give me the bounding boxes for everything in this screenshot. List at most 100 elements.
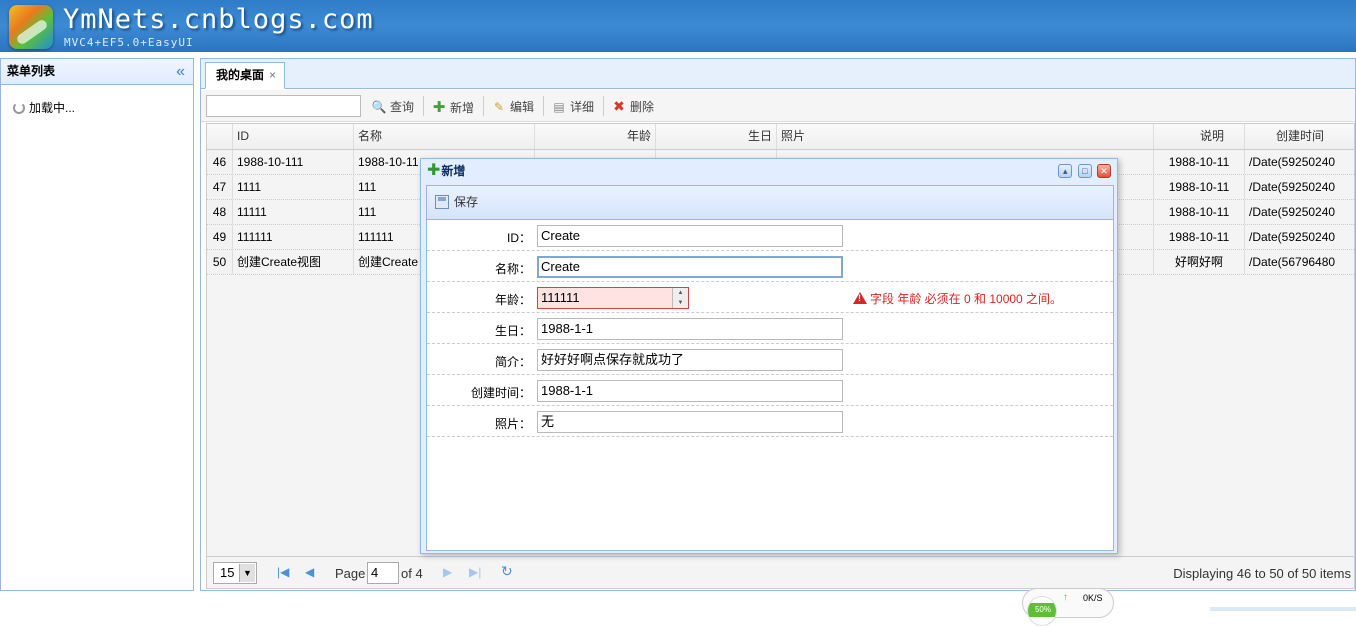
loading-text: 加载中... — [29, 101, 76, 115]
column-header-birthday[interactable]: 生日 — [656, 124, 777, 149]
column-header-created[interactable]: 创建时间 — [1245, 124, 1354, 149]
taskbar-edge — [1210, 607, 1356, 611]
page-size-select[interactable]: 15 ▼ — [213, 562, 257, 584]
grid-toolbar: 🔍 查询 ✚ 新增 ✎ 编辑 ▤ 详细 ✖ 删除 — [201, 90, 1355, 122]
cell-id: 1111 — [233, 175, 354, 199]
cell-created: /Date(59250240 — [1245, 150, 1354, 174]
edit-label: 编辑 — [510, 100, 535, 114]
age-field-value: 111111 — [541, 290, 580, 305]
cell-id: 111111 — [233, 225, 354, 249]
form-row-created: 创建时间： 1988-1-1 — [427, 375, 1113, 406]
add-label: 新增 — [450, 101, 475, 115]
save-button[interactable]: 保存 — [435, 195, 478, 209]
site-title: YmNets.cnblogs.com — [63, 4, 374, 35]
cell-id: 创建Create视图 — [233, 250, 354, 274]
form-row-age: 年龄： 111111 ▲▼ 字段 年龄 必须在 0 和 10000 之间。 — [427, 282, 1113, 313]
tab-close-icon[interactable]: × — [269, 68, 276, 82]
pencil-icon: ✎ — [493, 100, 505, 114]
spin-up-icon[interactable]: ▲ — [673, 288, 688, 298]
field-label-intro: 简介： — [494, 355, 531, 369]
birthday-field[interactable]: 1988-1-1 — [537, 318, 843, 340]
column-header-rownum — [207, 124, 233, 149]
plus-icon: ✚ — [432, 99, 446, 116]
column-header-name[interactable]: 名称 — [354, 124, 535, 149]
first-page-icon[interactable]: |◀ — [277, 565, 289, 579]
pagination-bar: 15 ▼ |◀ ◀ Page 4 of 4 ▶ ▶| ↻ Displaying 4… — [206, 557, 1355, 589]
validation-error: 字段 年龄 必须在 0 和 10000 之间。 — [853, 290, 1062, 307]
column-header-description[interactable]: 说明 — [1154, 124, 1245, 149]
spinner-buttons[interactable]: ▲ ▼ — [672, 288, 688, 308]
row-number: 47 — [207, 175, 233, 199]
search-label: 查询 — [390, 100, 415, 114]
toolbar-divider — [603, 96, 604, 116]
delete-button[interactable]: ✖ 删除 — [611, 98, 654, 115]
cell-created: /Date(59250240 — [1245, 175, 1354, 199]
name-field[interactable]: Create — [537, 256, 843, 278]
cell-description: 1988-10-11 — [1154, 225, 1245, 249]
tab-desktop[interactable]: 我的桌面 × — [205, 62, 286, 89]
delete-label: 删除 — [630, 100, 655, 114]
add-button[interactable]: ✚ 新增 — [431, 98, 474, 116]
form-row-photo: 照片： 无 — [427, 406, 1113, 437]
app-header: YmNets.cnblogs.com MVC4+EF5.0+EasyUI — [0, 0, 1356, 52]
network-speed: 0K/S — [1083, 593, 1103, 603]
collapse-left-icon[interactable]: « — [176, 59, 185, 84]
maximize-icon[interactable]: □ — [1077, 164, 1092, 178]
menu-panel-header: 菜单列表 « — [1, 59, 193, 85]
form-row-id: ID： Create — [427, 220, 1113, 251]
warning-icon — [853, 292, 867, 304]
cell-description: 1988-10-11 — [1154, 175, 1245, 199]
field-label-created: 创建时间： — [470, 386, 531, 400]
toolbar-divider — [543, 96, 544, 116]
refresh-icon[interactable]: ↻ — [501, 563, 513, 580]
page-number-input[interactable]: 4 — [367, 562, 399, 584]
field-label-name: 名称： — [494, 262, 531, 276]
add-dialog: ✚新增 ▴ □ ✕ 保存 ID： Create 名称： Create 年龄： 1… — [420, 158, 1118, 554]
row-number: 48 — [207, 200, 233, 224]
save-icon — [435, 195, 449, 209]
edit-button[interactable]: ✎ 编辑 — [491, 98, 534, 115]
toolbar-divider — [423, 96, 424, 116]
cell-description: 1988-10-11 — [1154, 200, 1245, 224]
intro-field[interactable]: 好好好啊点保存就成功了 — [537, 349, 843, 371]
column-header-photo[interactable]: 照片 — [777, 124, 1154, 149]
cell-id: 1988-10-111 — [233, 150, 354, 174]
spin-down-icon[interactable]: ▼ — [673, 298, 688, 308]
search-button[interactable]: 🔍 查询 — [371, 98, 415, 115]
column-header-age[interactable]: 年龄 — [535, 124, 656, 149]
plus-icon: ✚ — [427, 162, 441, 179]
cell-description: 好啊好啊 — [1154, 250, 1245, 274]
site-subtitle: MVC4+EF5.0+EasyUI — [64, 36, 194, 49]
page-count-label: of 4 — [401, 566, 423, 581]
cell-id: 11111 — [233, 200, 354, 224]
cell-description: 1988-10-11 — [1154, 150, 1245, 174]
dialog-body: 保存 ID： Create 名称： Create 年龄： 111111 ▲▼ 字… — [426, 185, 1114, 551]
memory-percent: 50% — [1028, 603, 1056, 617]
upload-arrow-icon: ↑ — [1063, 592, 1068, 603]
pagination-info: Displaying 46 to 50 of 50 items — [1173, 566, 1351, 581]
network-monitor-widget[interactable]: 50% ↑ 0K/S — [1022, 588, 1114, 626]
detail-label: 详细 — [570, 100, 595, 114]
row-number: 49 — [207, 225, 233, 249]
id-field[interactable]: Create — [537, 225, 843, 247]
dialog-title: ✚新增 — [427, 163, 465, 179]
search-input[interactable] — [206, 95, 361, 117]
delete-x-icon: ✖ — [613, 98, 625, 114]
age-number-spinner[interactable]: 111111 ▲ ▼ — [537, 287, 689, 309]
page-label: Page — [335, 566, 366, 581]
memory-usage-gauge: 50% — [1027, 596, 1057, 626]
detail-button[interactable]: ▤ 详细 — [551, 98, 594, 115]
cell-created: /Date(59250240 — [1245, 200, 1354, 224]
field-label-photo: 照片： — [494, 417, 531, 431]
next-page-icon[interactable]: ▶ — [443, 565, 452, 579]
column-header-id[interactable]: ID — [233, 124, 354, 149]
last-page-icon[interactable]: ▶| — [469, 565, 481, 579]
photo-field[interactable]: 无 — [537, 411, 843, 433]
close-icon[interactable]: ✕ — [1097, 164, 1111, 178]
created-time-field[interactable]: 1988-1-1 — [537, 380, 843, 402]
minimize-icon[interactable]: ▴ — [1058, 164, 1073, 178]
previous-page-icon[interactable]: ◀ — [305, 565, 314, 579]
grid-header: ID 名称 年龄 生日 照片 说明 创建时间 — [207, 124, 1354, 150]
cell-created: /Date(56796480 — [1245, 250, 1354, 274]
loading-indicator: 加载中... — [13, 99, 75, 116]
